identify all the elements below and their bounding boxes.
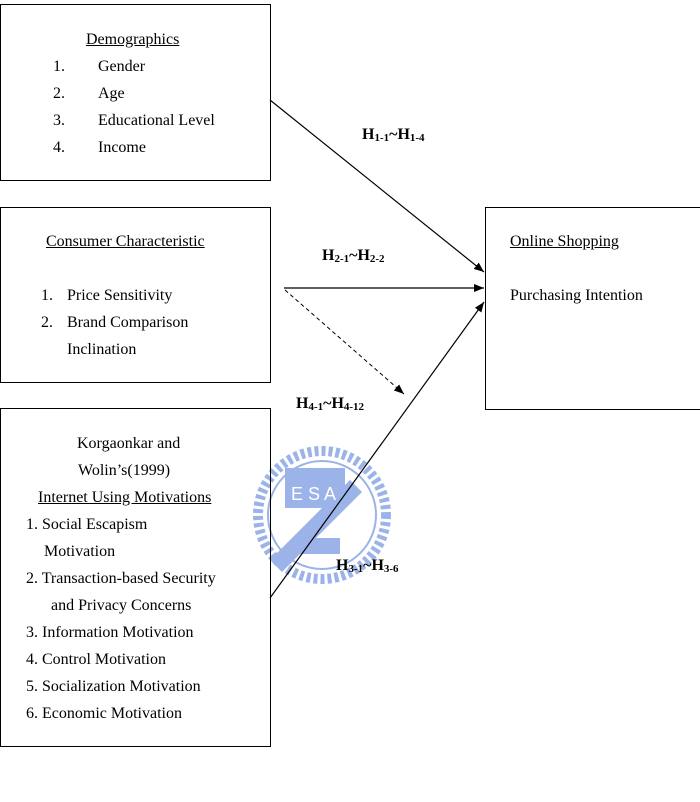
hypothesis-label-h1: H1-1~H1-4 <box>362 126 425 144</box>
arrow-h4-dashed <box>284 289 405 395</box>
research-framework-diagram: E S A Demographics 1. Gender 2. Age 3. E… <box>0 0 700 802</box>
arrow-h3 <box>269 301 485 599</box>
hypothesis-label-h4: H4-1~H4-12 <box>296 395 365 413</box>
hypothesis-label-h2: H2-1~H2-2 <box>322 247 385 265</box>
hypothesis-label-h3: H3-1~H3-6 <box>336 557 399 575</box>
